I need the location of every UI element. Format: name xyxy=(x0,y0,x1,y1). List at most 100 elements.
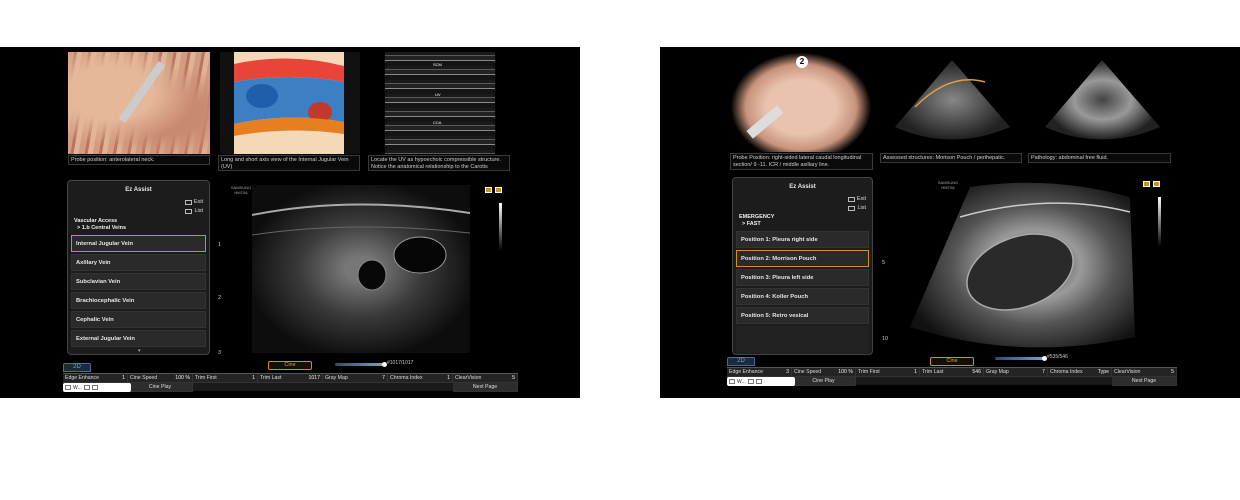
caption-probe-position: Probe Position: right-sided lateral caud… xyxy=(730,153,873,170)
trim-last-control[interactable]: Trim Last 546 xyxy=(920,368,984,377)
label-uv: UV xyxy=(435,92,441,97)
depth-mark-3: 3 xyxy=(218,350,222,356)
ez-item-position-2[interactable]: Position 2: Morrison Pouch xyxy=(736,250,869,267)
caption-pathology: Pathology: abdominal free fluid. xyxy=(1028,153,1171,163)
clearvision-control[interactable]: ClearVision 5 xyxy=(453,374,518,383)
window-icon xyxy=(65,385,71,390)
vein-illustration xyxy=(220,52,360,154)
probe-icon xyxy=(1143,181,1150,187)
image-icon xyxy=(1153,181,1160,187)
depth-mark-10: 10 xyxy=(882,336,889,342)
window-label: W... xyxy=(73,384,82,391)
ez-item-position-1[interactable]: Position 1: Pleura right side xyxy=(736,231,869,248)
trim-last-label: Trim Last xyxy=(260,375,282,381)
trim-first-label: Trim First xyxy=(195,375,217,381)
mode-tab-2d[interactable]: 2D xyxy=(63,363,91,372)
probe-icon xyxy=(485,187,492,193)
trim-last-value: 1017 xyxy=(308,375,320,381)
ez-assist-title: Ez Assist xyxy=(789,184,816,190)
gray-map-control[interactable]: Gray Map 7 xyxy=(323,374,388,383)
ultrasound-reference-image: SCM UV CCA xyxy=(385,52,495,154)
ez-assist-title: Ez Assist xyxy=(125,187,152,193)
samsung-logo: SAMSUNG HM70A xyxy=(230,185,252,195)
exit-icon xyxy=(847,196,855,202)
depth-scale: 5 10 xyxy=(882,182,902,357)
cine-speed-label: Cine Speed xyxy=(794,369,822,375)
probe-position-illustration xyxy=(68,52,210,154)
list-label: List xyxy=(857,205,866,211)
ez-item-position-5[interactable]: Position 5: Retro vesical xyxy=(736,307,869,324)
depth-mark-1: 1 xyxy=(218,242,222,248)
exit-label: Exit xyxy=(193,199,203,205)
ez-empty-area xyxy=(736,326,869,353)
next-page-button[interactable]: Next Page xyxy=(1112,377,1177,386)
exit-button[interactable]: Exit xyxy=(184,199,203,205)
edge-enhance-control[interactable]: Edge Enhance 3 xyxy=(727,368,792,377)
list-button[interactable]: List xyxy=(185,208,203,214)
ez-item-external-jugular-vein[interactable]: External Jugular Vein xyxy=(71,330,206,347)
image-icon xyxy=(495,187,502,193)
chroma-index-control[interactable]: Chroma Index Type xyxy=(1048,368,1112,377)
ez-item-axillary-vein[interactable]: Axillary Vein xyxy=(71,254,206,271)
trim-first-control[interactable]: Trim First 1 xyxy=(193,374,258,383)
cine-button[interactable]: Cine xyxy=(268,361,312,370)
window-icon-3 xyxy=(755,379,762,384)
cine-button[interactable]: Cine xyxy=(930,357,974,366)
trim-first-value: 1 xyxy=(914,369,917,375)
gray-map-control[interactable]: Gray Map 7 xyxy=(984,368,1048,377)
exit-button[interactable]: Exit xyxy=(847,196,866,202)
window-thumbnail-box[interactable]: W... xyxy=(63,383,131,392)
edge-enhance-control[interactable]: Edge Enhance 1 xyxy=(63,374,128,383)
us-fan-1 xyxy=(895,60,1010,140)
chroma-index-label: Chroma Index xyxy=(1050,369,1083,375)
ultrasound-reference-image-2 xyxy=(1040,52,1165,152)
window-label: W... xyxy=(737,378,746,385)
list-icon xyxy=(848,205,856,211)
ez-item-position-3[interactable]: Position 3: Pleura left side xyxy=(736,269,869,286)
edge-enhance-label: Edge Enhance xyxy=(729,369,764,375)
depth-mark-5: 5 xyxy=(882,260,886,266)
cine-speed-control[interactable]: Cine Speed 100 % xyxy=(128,374,193,383)
mode-tab-2d[interactable]: 2D xyxy=(727,357,755,366)
caption-locate-uv: Locate the UV as hypoechoic compressible… xyxy=(368,155,510,171)
list-button[interactable]: List xyxy=(848,205,866,211)
ultrasound-screen-vascular: Probe position: anterolateral neck. Long… xyxy=(0,47,580,398)
clearvision-label: ClearVision xyxy=(455,375,482,381)
scroll-down-icon[interactable]: ▾ xyxy=(138,348,141,354)
exit-icon xyxy=(184,199,192,205)
edge-enhance-label: Edge Enhance xyxy=(65,375,100,381)
depth-scale: 1 2 3 xyxy=(218,182,238,357)
caption-probe-position: Probe position: anterolateral neck. xyxy=(68,155,210,165)
cine-slider[interactable] xyxy=(995,356,1047,361)
ez-item-position-4[interactable]: Position 4: Koller Pouch xyxy=(736,288,869,305)
depth-mark-2: 2 xyxy=(218,295,222,301)
cine-speed-label: Cine Speed xyxy=(130,375,158,381)
gray-map-value: 7 xyxy=(1042,369,1045,375)
clearvision-value: 5 xyxy=(512,375,515,381)
cine-play-button[interactable]: Cine Play xyxy=(792,377,856,386)
trim-last-control[interactable]: Trim Last 1017 xyxy=(258,374,323,383)
window-icon-3 xyxy=(91,385,98,390)
clearvision-control[interactable]: ClearVision 5 xyxy=(1112,368,1177,377)
cine-slider[interactable] xyxy=(335,362,387,367)
ultrasound-structures xyxy=(252,203,470,291)
window-thumbnail-box[interactable]: W... xyxy=(727,377,795,386)
ez-item-cephalic-vein[interactable]: Cephalic Vein xyxy=(71,311,206,328)
bottom-control-bar: Edge Enhance 1 Cine Speed 100 % Trim First… xyxy=(63,373,518,392)
ez-item-internal-jugular-vein[interactable]: Internal Jugular Vein xyxy=(71,235,206,252)
caption-vein-view: Long and short axis view of the Internal… xyxy=(218,155,360,171)
ez-assist-panel: Ez Assist Exit List Vascular Access > 1.… xyxy=(67,180,210,355)
ultrasound-main-image xyxy=(252,185,470,353)
caption-assessed-structures: Assessed structures: Morison Pouch / per… xyxy=(880,153,1022,163)
next-page-button[interactable]: Next Page xyxy=(453,383,518,392)
trim-last-value: 546 xyxy=(972,369,981,375)
trim-first-control[interactable]: Trim First 1 xyxy=(856,368,920,377)
chroma-index-value: Type xyxy=(1097,369,1109,375)
exit-label: Exit xyxy=(856,196,866,202)
ez-item-brachiocephalic-vein[interactable]: Brachiocephalic Vein xyxy=(71,292,206,309)
ez-item-subclavian-vein[interactable]: Subclavian Vein xyxy=(71,273,206,290)
edge-enhance-value: 1 xyxy=(122,375,125,381)
cine-speed-control[interactable]: Cine Speed 100 % xyxy=(792,368,856,377)
cine-play-button[interactable]: Cine Play xyxy=(128,383,193,392)
chroma-index-control[interactable]: Chroma Index 1 xyxy=(388,374,453,383)
